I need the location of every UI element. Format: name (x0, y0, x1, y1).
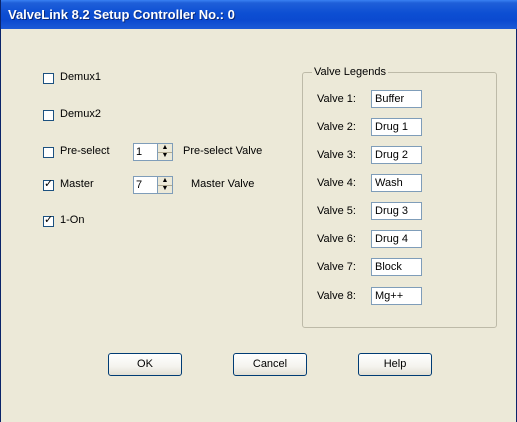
demux1-checkbox[interactable] (43, 73, 54, 84)
preselect-valve-input[interactable]: 1 (133, 143, 158, 161)
valve-3-legend-input[interactable]: Drug 2 (371, 146, 422, 164)
master-valve-label: Master Valve (191, 178, 255, 190)
master-label[interactable]: Master (60, 178, 94, 190)
valve-6-legend-input[interactable]: Drug 4 (371, 230, 422, 248)
check-icon: ✓ (44, 178, 54, 190)
demux2-label[interactable]: Demux2 (60, 108, 101, 120)
valve-4-legend-input[interactable]: Wash (371, 174, 422, 192)
title-bar[interactable]: ValveLink 8.2 Setup Controller No.: 0 (1, 0, 517, 29)
ok-button[interactable]: OK (108, 353, 182, 376)
valve-5-legend-input[interactable]: Drug 3 (371, 202, 422, 220)
valve-5-label: Valve 5: (317, 205, 356, 217)
valve-2-label: Valve 2: (317, 121, 356, 133)
valve-7-label: Valve 7: (317, 261, 356, 273)
preselect-valve-spinner[interactable]: ▲ ▼ (158, 143, 173, 161)
window-title: ValveLink 8.2 Setup Controller No.: 0 (8, 7, 235, 22)
valve-3-label: Valve 3: (317, 149, 356, 161)
valve-legends-title: Valve Legends (312, 66, 388, 78)
preselect-valve-label: Pre-select Valve (183, 145, 263, 157)
master-valve-spinner[interactable]: ▲ ▼ (158, 176, 173, 194)
valve-2-legend-input[interactable]: Drug 1 (371, 118, 422, 136)
spin-down-icon[interactable]: ▼ (158, 152, 172, 160)
preselect-checkbox[interactable] (43, 147, 54, 158)
valve-1-legend-input[interactable]: Buffer (371, 90, 422, 108)
valve-7-legend-input[interactable]: Block (371, 258, 422, 276)
check-icon: ✓ (44, 214, 54, 226)
demux1-label[interactable]: Demux1 (60, 71, 101, 83)
help-button[interactable]: Help (358, 353, 432, 376)
valve-4-label: Valve 4: (317, 177, 356, 189)
dialog-window: ValveLink 8.2 Setup Controller No.: 0 De… (0, 0, 517, 422)
master-checkbox[interactable]: ✓ (43, 178, 54, 191)
one-on-checkbox[interactable]: ✓ (43, 214, 54, 227)
demux2-checkbox[interactable] (43, 110, 54, 121)
valve-8-label: Valve 8: (317, 290, 356, 302)
spin-down-icon[interactable]: ▼ (158, 185, 172, 193)
cancel-button[interactable]: Cancel (233, 353, 307, 376)
master-valve-input[interactable]: 7 (133, 176, 158, 194)
valve-1-label: Valve 1: (317, 93, 356, 105)
valve-6-label: Valve 6: (317, 233, 356, 245)
one-on-label[interactable]: 1-On (60, 214, 84, 226)
preselect-label[interactable]: Pre-select (60, 145, 110, 157)
valve-8-legend-input[interactable]: Mg++ (371, 287, 422, 305)
